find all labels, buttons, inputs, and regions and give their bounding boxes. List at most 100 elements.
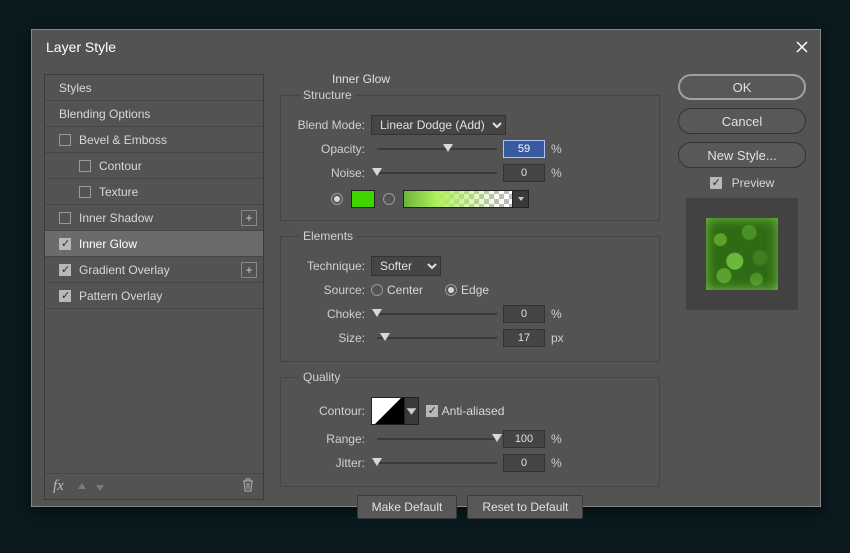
bevel-checkbox[interactable] (59, 134, 71, 146)
reset-default-button[interactable]: Reset to Default (467, 495, 583, 519)
technique-select[interactable]: Softer (371, 256, 441, 276)
move-down-button[interactable] (92, 479, 108, 495)
preview-label: Preview (732, 176, 775, 190)
style-row-bevel[interactable]: Bevel & Emboss (45, 127, 263, 153)
quality-group: Quality Contour: Anti-aliased Range: % (280, 370, 660, 487)
blend-mode-label: Blend Mode: (291, 118, 371, 132)
choke-slider[interactable] (377, 305, 497, 323)
dialog-title: Layer Style (46, 39, 116, 55)
panel-title: Inner Glow (332, 72, 660, 86)
blending-options-label: Blending Options (59, 107, 150, 121)
jitter-input[interactable] (503, 454, 545, 472)
technique-label: Technique: (291, 259, 371, 273)
texture-label: Texture (99, 185, 138, 199)
range-unit: % (545, 432, 567, 446)
gradient-overlay-label: Gradient Overlay (79, 263, 170, 277)
range-label: Range: (291, 432, 371, 446)
color-radio[interactable] (331, 193, 343, 205)
opacity-label: Opacity: (291, 142, 371, 156)
action-panel: OK Cancel New Style... Preview (678, 74, 806, 310)
noise-slider[interactable] (377, 164, 497, 182)
noise-label: Noise: (291, 166, 371, 180)
size-slider[interactable] (377, 329, 497, 347)
contour-label: Contour: (291, 404, 371, 418)
preview-checkbox[interactable] (710, 177, 722, 189)
elements-group: Elements Technique: Softer Source: Cente… (280, 229, 660, 362)
jitter-unit: % (545, 456, 567, 470)
styles-footer: fx (45, 473, 263, 499)
style-row-inner-glow[interactable]: Inner Glow (45, 231, 263, 257)
trash-icon (241, 478, 255, 492)
contour-label: Contour (99, 159, 142, 173)
source-center-label: Center (387, 283, 423, 297)
bevel-label: Bevel & Emboss (79, 133, 167, 147)
blend-mode-select[interactable]: Linear Dodge (Add) (371, 115, 506, 135)
fx-menu[interactable]: fx (53, 478, 64, 495)
choke-label: Choke: (291, 307, 371, 321)
style-row-inner-shadow[interactable]: Inner Shadow + (45, 205, 263, 231)
size-label: Size: (291, 331, 371, 345)
styles-header-label: Styles (59, 81, 92, 95)
move-up-button[interactable] (74, 479, 90, 495)
settings-panel: Inner Glow Structure Blend Mode: Linear … (280, 68, 660, 519)
choke-input[interactable] (503, 305, 545, 323)
close-button[interactable] (792, 37, 812, 57)
style-row-contour[interactable]: Contour (45, 153, 263, 179)
pattern-overlay-checkbox[interactable] (59, 290, 71, 302)
contour-dropdown[interactable] (405, 397, 419, 425)
range-input[interactable] (503, 430, 545, 448)
styles-header[interactable]: Styles (45, 75, 263, 101)
preview-image (706, 218, 778, 290)
size-input[interactable] (503, 329, 545, 347)
range-slider[interactable] (377, 430, 497, 448)
inner-shadow-checkbox[interactable] (59, 212, 71, 224)
opacity-input[interactable] (503, 140, 545, 158)
anti-aliased-checkbox[interactable] (426, 405, 438, 417)
style-row-pattern-overlay[interactable]: Pattern Overlay (45, 283, 263, 309)
elements-legend: Elements (299, 229, 357, 243)
style-row-texture[interactable]: Texture (45, 179, 263, 205)
noise-unit: % (545, 166, 567, 180)
jitter-label: Jitter: (291, 456, 371, 470)
contour-checkbox[interactable] (79, 160, 91, 172)
gradient-overlay-checkbox[interactable] (59, 264, 71, 276)
jitter-slider[interactable] (377, 454, 497, 472)
layer-style-dialog: Layer Style Styles Blending Options Beve… (31, 29, 821, 507)
inner-glow-label: Inner Glow (79, 237, 137, 251)
contour-picker[interactable] (371, 397, 405, 425)
texture-checkbox[interactable] (79, 186, 91, 198)
blending-options-row[interactable]: Blending Options (45, 101, 263, 127)
ok-button[interactable]: OK (678, 74, 806, 100)
delete-button[interactable] (241, 478, 255, 495)
cancel-button[interactable]: Cancel (678, 108, 806, 134)
structure-legend: Structure (299, 88, 356, 102)
make-default-button[interactable]: Make Default (357, 495, 458, 519)
source-edge-label: Edge (461, 283, 489, 297)
choke-unit: % (545, 307, 567, 321)
gradient-dropdown[interactable] (513, 190, 529, 208)
pattern-overlay-label: Pattern Overlay (79, 289, 162, 303)
opacity-unit: % (545, 142, 567, 156)
color-swatch[interactable] (351, 190, 375, 208)
styles-panel: Styles Blending Options Bevel & Emboss C… (44, 74, 264, 500)
gradient-overlay-add-button[interactable]: + (241, 262, 257, 278)
inner-shadow-add-button[interactable]: + (241, 210, 257, 226)
size-unit: px (545, 331, 567, 345)
noise-input[interactable] (503, 164, 545, 182)
source-center-option[interactable]: Center (371, 283, 423, 297)
source-label: Source: (291, 283, 371, 297)
source-edge-option[interactable]: Edge (445, 283, 489, 297)
structure-group: Structure Blend Mode: Linear Dodge (Add)… (280, 88, 660, 221)
titlebar: Layer Style (32, 30, 820, 64)
inner-glow-checkbox[interactable] (59, 238, 71, 250)
preview-box (686, 198, 798, 310)
opacity-slider[interactable] (377, 140, 497, 158)
gradient-picker[interactable] (403, 190, 513, 208)
anti-aliased-label: Anti-aliased (442, 404, 505, 418)
close-icon (796, 41, 808, 53)
quality-legend: Quality (299, 370, 344, 384)
style-row-gradient-overlay[interactable]: Gradient Overlay + (45, 257, 263, 283)
gradient-radio[interactable] (383, 193, 395, 205)
inner-shadow-label: Inner Shadow (79, 211, 153, 225)
new-style-button[interactable]: New Style... (678, 142, 806, 168)
